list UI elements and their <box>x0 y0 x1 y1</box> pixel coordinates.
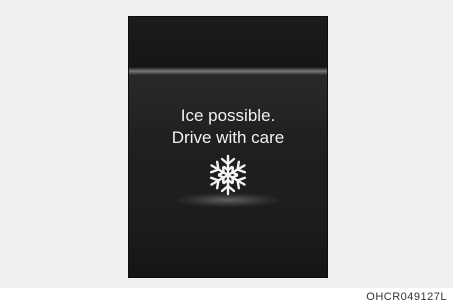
display-top-band <box>129 17 327 71</box>
cluster-display: Ice possible. Drive with care <box>128 16 328 278</box>
figure-frame: Ice possible. Drive with care <box>0 0 453 288</box>
snowflake-icon <box>207 154 249 196</box>
warning-message-line2: Drive with care <box>171 128 285 147</box>
display-bottom-band <box>129 223 327 277</box>
figure-code: OHCR049127L <box>366 291 447 303</box>
warning-message-line1: Ice possible. <box>180 106 276 125</box>
panel-top-divider <box>129 67 327 75</box>
